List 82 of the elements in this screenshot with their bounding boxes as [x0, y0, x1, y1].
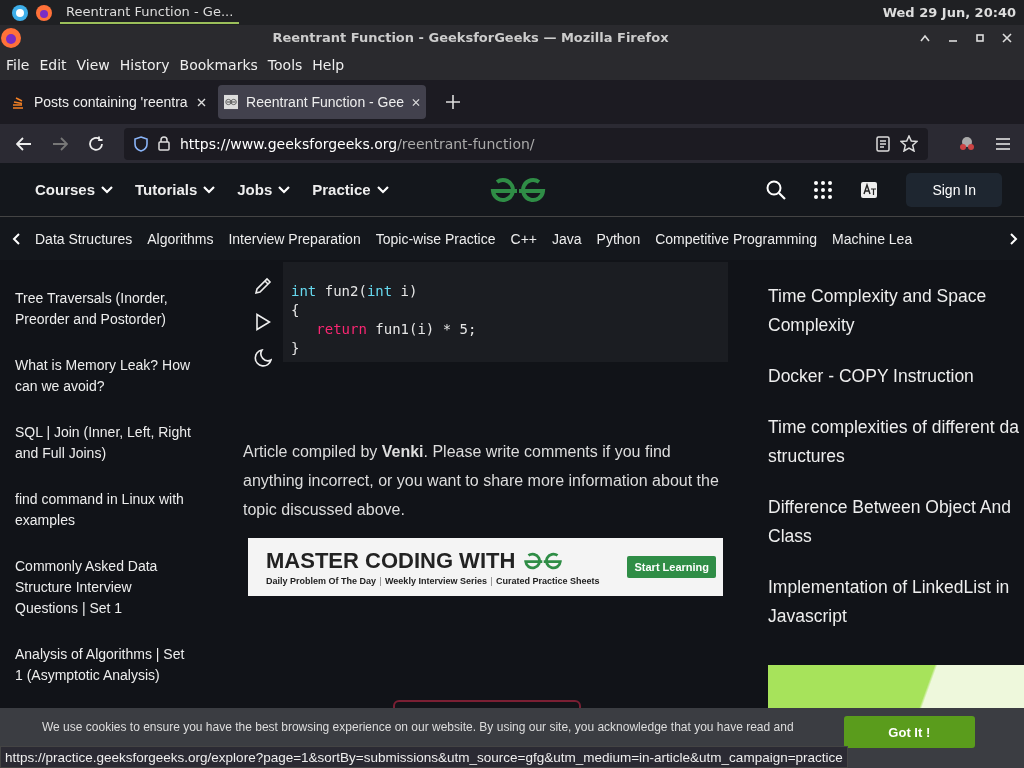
firefox-icon	[36, 4, 52, 21]
category-link[interactable]: Algorithms	[147, 230, 214, 247]
forward-arrow-icon[interactable]	[52, 136, 68, 151]
private-mask-icon[interactable]	[958, 136, 976, 151]
nav-dropdown[interactable]: Practice	[312, 181, 389, 198]
new-tab-icon[interactable]	[446, 95, 460, 109]
category-link[interactable]: Machine Lea	[832, 230, 913, 247]
nav-dropdown[interactable]: Courses	[35, 181, 114, 198]
ad-feature: Daily Problem Of The Day	[266, 576, 377, 586]
menu-item[interactable]: File	[6, 57, 30, 73]
maximize-caret-icon[interactable]	[920, 33, 930, 42]
menu-item[interactable]: Edit	[39, 57, 67, 73]
menu-item[interactable]: Help	[312, 57, 345, 73]
logo-icon	[523, 552, 564, 570]
taskbar-window-button[interactable]: Reentrant Function - Ge...	[60, 1, 240, 24]
restore-icon[interactable]	[976, 33, 984, 42]
sidebar-link[interactable]: Commonly Asked Data Structure Interview Questions | Set 1	[15, 556, 195, 619]
related-article-link[interactable]: Docker - COPY Instruction	[768, 362, 1024, 391]
ad-feature: Curated Practice Sheets	[495, 576, 600, 586]
chevron-down-icon[interactable]	[376, 185, 389, 194]
stack-icon	[10, 94, 26, 110]
chevron-down-icon[interactable]	[278, 185, 291, 194]
close-tab-icon[interactable]	[197, 97, 206, 107]
address-bar[interactable]: https://www.geeksforgeeks.org/reentrant-function/	[124, 127, 928, 160]
sidebar-link[interactable]: What is Memory Leak? How can we avoid?	[15, 355, 195, 397]
cookie-notice: We use cookies to ensure you have the best browsing experience on our website. By using our site, you acknowledge that you have read and	[42, 720, 794, 734]
browser-tab[interactable]: Posts containing 'reentra	[4, 85, 212, 119]
firefox-icon	[1, 27, 21, 48]
scroll-left-icon[interactable]	[12, 232, 20, 245]
chevron-down-icon[interactable]	[203, 185, 216, 194]
category-link[interactable]: Topic-wise Practice	[375, 230, 496, 247]
related-article-link[interactable]: Time Complexity and Space Complexity	[768, 282, 1024, 340]
back-arrow-icon[interactable]	[16, 136, 32, 151]
related-article-link[interactable]: Difference Between Object And Class	[768, 493, 1024, 551]
search-icon[interactable]	[766, 179, 787, 200]
lock-icon[interactable]	[158, 136, 170, 151]
status-url: https://practice.geeksforgeeks.org/explore?page=1&sortBy=submissions&utm_source=gfg&utm_medium=in-article&utm_campaign=practice	[0, 746, 848, 768]
bookmark-star-icon[interactable]	[900, 135, 918, 152]
ad-banner[interactable]: MASTER CODING WITH Daily Problem Of The Day Weekly Interview Series Curated Practice Sheets Start Learning	[248, 538, 723, 596]
window-title: Reentrant Function - GeeksforGeeks — Mozilla Firefox	[271, 30, 670, 45]
scroll-right-icon[interactable]	[1010, 232, 1018, 245]
apps-grid-icon[interactable]	[814, 180, 833, 199]
sign-in-button[interactable]: Sign In	[906, 172, 1002, 207]
chevron-down-icon[interactable]	[101, 185, 114, 194]
menu-item[interactable]: View	[76, 57, 110, 73]
start-learning-button[interactable]: Start Learning	[627, 556, 717, 578]
related-article-link[interactable]: Time complexities of different da structures	[768, 413, 1024, 471]
moon-icon[interactable]	[254, 349, 272, 367]
browser-tab[interactable]: Reentrant Function - Gee	[218, 85, 426, 119]
article-note: Article compiled by Venki. Please write comments if you find anything incorrect, or you want to share more information about the topic discussed above.	[243, 442, 720, 520]
menu-item[interactable]: Bookmarks	[179, 57, 258, 73]
code-block: int fun2(int i) { return fun1(i) * 5; }	[283, 262, 728, 362]
translate-icon[interactable]	[860, 180, 879, 199]
sidebar-link[interactable]: find command in Linux with examples	[15, 489, 195, 531]
menu-item[interactable]: Tools	[267, 57, 303, 73]
nav-dropdown[interactable]: Tutorials	[135, 181, 216, 198]
category-link[interactable]: Competitive Programming	[655, 230, 817, 247]
ad-feature: Weekly Interview Series	[385, 576, 487, 586]
reload-icon[interactable]	[88, 135, 104, 152]
close-icon[interactable]	[1002, 32, 1012, 43]
category-link[interactable]: Java	[552, 230, 582, 247]
shield-icon[interactable]	[134, 135, 148, 152]
menu-icon[interactable]	[996, 137, 1010, 150]
category-link[interactable]: Data Structures	[35, 230, 133, 247]
related-article-link[interactable]: Implementation of LinkedList in Javascript	[768, 573, 1024, 631]
sidebar-link[interactable]: Tree Traversals (Inorder, Preorder and Postorder)	[15, 288, 195, 330]
category-link[interactable]: Python	[596, 230, 641, 247]
category-link[interactable]: Interview Preparation	[228, 230, 361, 247]
app-menu-icon[interactable]	[12, 4, 28, 21]
pencil-icon[interactable]	[254, 277, 272, 295]
logo-icon[interactable]	[490, 176, 547, 203]
clock: Wed 29 Jun, 20:40	[882, 5, 1016, 20]
nav-dropdown[interactable]: Jobs	[237, 181, 291, 198]
close-tab-icon[interactable]	[412, 97, 420, 107]
play-icon[interactable]	[255, 313, 271, 331]
sidebar-link[interactable]: Analysis of Algorithms | Set 1 (Asymptotic Analysis)	[15, 644, 195, 686]
sidebar-link[interactable]: SQL | Join (Inner, Left, Right and Full Joins)	[15, 422, 195, 464]
menu-item[interactable]: History	[119, 57, 170, 73]
category-link[interactable]: C++	[510, 230, 537, 247]
site-favicon-icon	[224, 94, 239, 110]
reader-view-icon[interactable]	[876, 135, 890, 152]
ad-headline: MASTER CODING WITH	[266, 548, 516, 574]
